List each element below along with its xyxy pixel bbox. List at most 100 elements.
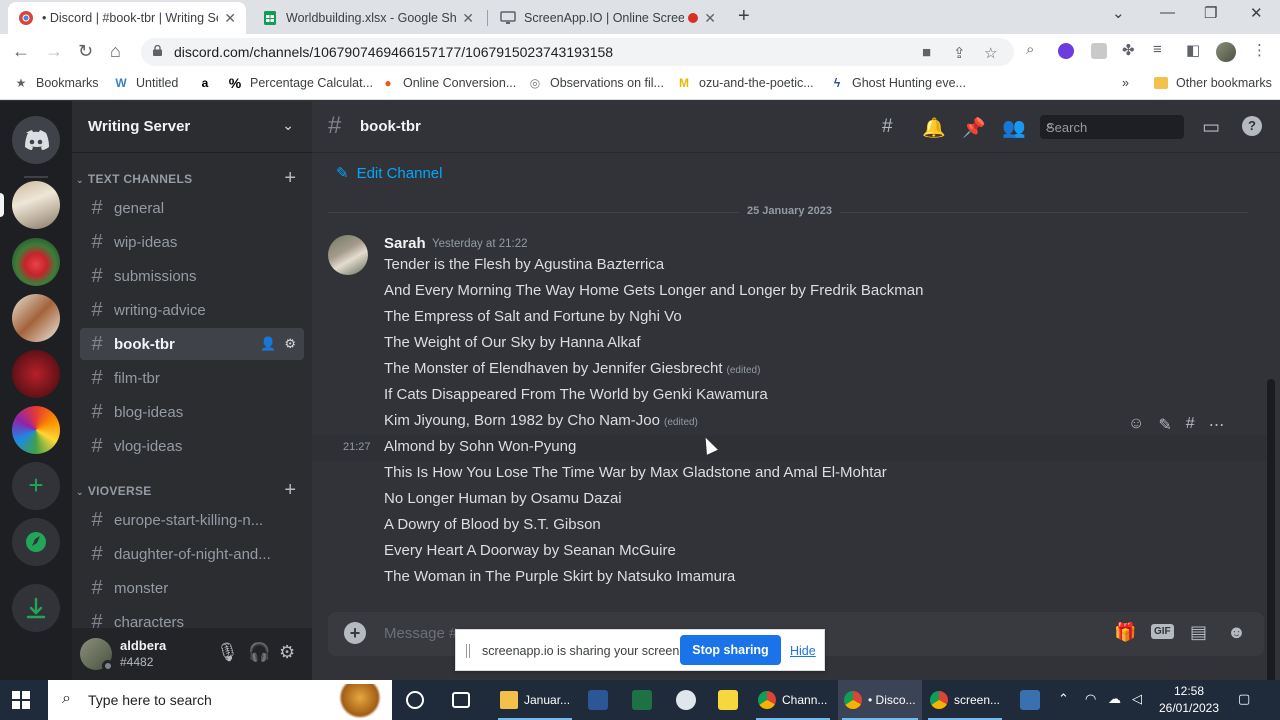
taskbar-app-chrome-channels[interactable]: Chann... — [752, 680, 834, 720]
user-settings-gear-icon[interactable]: ⚙ — [279, 642, 295, 663]
forward-icon[interactable]: → — [45, 41, 63, 62]
sticky-notes-icon[interactable] — [718, 690, 738, 710]
create-channel-icon[interactable]: + — [284, 167, 296, 190]
server-icon-apple[interactable] — [12, 238, 60, 286]
bell-icon[interactable]: 🔔 — [922, 116, 946, 140]
bookmark-item[interactable]: Mozu-and-the-poetic... — [677, 76, 814, 90]
edit-channel-link[interactable]: ✎ Edit Channel — [336, 164, 442, 183]
threads-icon[interactable]: # — [882, 116, 893, 138]
server-icon-fox[interactable] — [12, 294, 60, 342]
headphones-icon[interactable]: 🎧 — [248, 642, 270, 663]
sidepanel-icon[interactable]: ◧ — [1186, 41, 1200, 59]
bookmark-item[interactable]: % Percentage Calculat... — [228, 75, 373, 91]
puzzle-icon[interactable]: ✤ — [1122, 41, 1135, 59]
extension-r-icon[interactable] — [1091, 43, 1107, 59]
taskbar-app-chrome-screenapp[interactable]: screen... — [924, 680, 1006, 720]
create-channel-icon[interactable]: + — [284, 479, 296, 502]
onedrive-icon[interactable]: ☁ — [1108, 691, 1121, 707]
drag-handle-icon[interactable] — [466, 644, 470, 658]
bookmark-item[interactable]: ◎ Observations on fil... — [528, 76, 664, 90]
author-avatar[interactable] — [328, 235, 368, 275]
home-icon[interactable]: ⌂ — [110, 41, 121, 62]
tab-discord[interactable]: • Discord | #book-tbr | Writing Se ✕ — [8, 2, 246, 34]
gift-icon[interactable]: 🎁 — [1114, 622, 1136, 643]
close-tab-icon[interactable]: ✕ — [224, 10, 236, 27]
taskbar-app-chrome-discord[interactable]: • Disco... — [838, 680, 922, 720]
tab-worldbuilding[interactable]: Worldbuilding.xlsx - Google Shee ✕ — [252, 2, 484, 34]
bookmark-star-icon[interactable]: ☆ — [984, 44, 997, 62]
pin-icon[interactable]: 📌 — [962, 116, 986, 140]
tab-screenapp[interactable]: ScreenApp.IO | Online Screen ✕ — [490, 2, 726, 34]
bookmark-item[interactable]: ● Online Conversion... — [381, 76, 516, 90]
emoji-icon[interactable]: ☻ — [1227, 622, 1246, 643]
taskbar-app-folder[interactable]: Januar... — [494, 680, 576, 720]
channel-writing-advice[interactable]: # writing-advice — [80, 294, 304, 326]
channel-book-tbr[interactable]: # book-tbr 👤 ⚙ — [80, 328, 304, 360]
inbox-icon[interactable]: ▭ — [1202, 116, 1220, 139]
channel-daughter-of-night[interactable]: # daughter-of-night-and... — [80, 538, 304, 570]
excel-icon[interactable] — [632, 690, 652, 710]
close-tab-icon[interactable]: ✕ — [462, 10, 474, 27]
tray-overflow-icon[interactable]: ⌃ — [1058, 691, 1069, 707]
download-apps-icon[interactable] — [12, 584, 60, 632]
volume-icon[interactable]: ◁ — [1132, 691, 1142, 707]
calculator-icon[interactable] — [1020, 690, 1040, 710]
hide-link[interactable]: Hide — [790, 644, 816, 658]
stop-sharing-button[interactable]: Stop sharing — [680, 635, 781, 665]
clock-app-icon[interactable] — [676, 690, 696, 710]
invite-icon[interactable]: 👤 — [260, 336, 276, 352]
more-options-icon[interactable]: ⋯ — [1209, 415, 1225, 435]
reload-icon[interactable]: ↻ — [78, 41, 93, 62]
explore-compass-icon[interactable] — [12, 518, 60, 566]
address-bar[interactable]: discord.com/channels/1067907469466157177… — [141, 38, 1014, 66]
minimize-icon[interactable]: — — [1160, 4, 1175, 21]
close-window-icon[interactable]: ✕ — [1250, 4, 1263, 22]
new-tab-button[interactable]: + — [738, 5, 750, 28]
category-text-channels[interactable]: ⌄ TEXT CHANNELS — [76, 172, 192, 186]
system-clock[interactable]: 12:58 26/01/2023 — [1158, 683, 1220, 717]
camera-icon[interactable]: ■ — [922, 44, 931, 61]
windows-start-icon[interactable] — [12, 691, 30, 709]
discord-home-icon[interactable] — [12, 116, 60, 164]
gif-button[interactable]: GIF — [1151, 624, 1174, 639]
chat-scrollbar[interactable] — [1267, 379, 1275, 709]
media-icon[interactable]: ≡ — [1153, 41, 1162, 58]
task-view-icon[interactable] — [452, 692, 470, 708]
share-icon[interactable]: ⇪ — [953, 44, 966, 62]
server-icon-red[interactable] — [12, 350, 60, 398]
channel-wip-ideas[interactable]: # wip-ideas — [80, 226, 304, 258]
sticker-icon[interactable]: ▤ — [1190, 622, 1207, 643]
bookmarks-overflow[interactable]: » — [1122, 76, 1129, 90]
bookmark-item[interactable]: W Untitled — [114, 76, 178, 90]
notifications-icon[interactable]: ▢ — [1238, 691, 1250, 707]
bookmark-item[interactable]: a — [198, 76, 220, 90]
back-icon[interactable]: ← — [12, 41, 30, 62]
close-tab-icon[interactable]: ✕ — [704, 10, 716, 27]
category-vioverse[interactable]: ⌄ VIOVERSE — [76, 484, 152, 498]
channel-vlog-ideas[interactable]: # vlog-ideas — [80, 430, 304, 462]
add-reaction-icon[interactable]: ☺ — [1128, 415, 1144, 435]
kebab-menu-icon[interactable]: ⋮ — [1252, 41, 1267, 59]
channel-monster[interactable]: # monster — [80, 572, 304, 604]
gear-icon[interactable]: ⚙ — [284, 336, 296, 352]
create-thread-icon[interactable]: # — [1186, 415, 1195, 435]
extension-brain-icon[interactable] — [1058, 43, 1074, 59]
channel-blog-ideas[interactable]: # blog-ideas — [80, 396, 304, 428]
members-icon[interactable]: 👥 — [1002, 116, 1026, 140]
bookmark-item[interactable]: ϟ Ghost Hunting eve... — [830, 76, 966, 90]
channel-general[interactable]: # general — [80, 192, 304, 224]
channel-europe[interactable]: # europe-start-killing-n... — [80, 504, 304, 536]
search-box[interactable]: Search ⌕ — [1040, 115, 1184, 139]
channel-submissions[interactable]: # submissions — [80, 260, 304, 292]
edit-pencil-icon[interactable]: ✎ — [1158, 415, 1171, 435]
taskbar-search[interactable]: ⌕ Type here to search — [48, 680, 392, 720]
server-icon-eurovision[interactable] — [12, 406, 60, 454]
restore-icon[interactable]: ❐ — [1204, 4, 1217, 22]
server-icon-writing[interactable] — [12, 181, 60, 229]
tab-search-icon[interactable]: ⌄ — [1112, 4, 1125, 22]
profile-avatar[interactable] — [1216, 42, 1236, 62]
bookmark-item[interactable]: ★ Bookmarks — [14, 76, 99, 90]
message-author[interactable]: Sarah — [384, 235, 426, 252]
cortana-icon[interactable] — [406, 691, 424, 709]
wifi-icon[interactable]: ◠ — [1085, 691, 1096, 707]
